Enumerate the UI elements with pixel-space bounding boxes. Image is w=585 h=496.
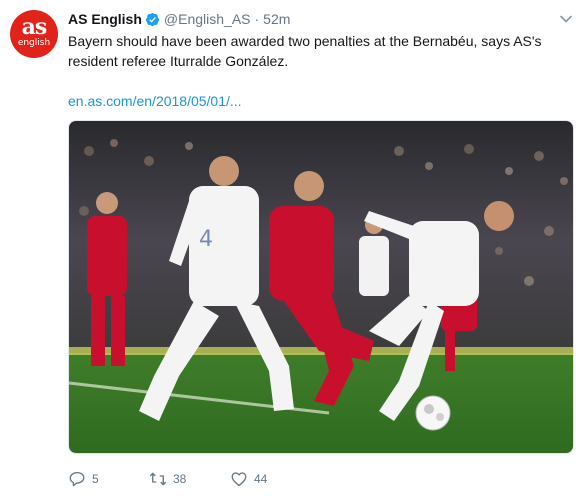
chevron-down-icon[interactable] — [559, 12, 573, 26]
reply-action[interactable]: 5 — [68, 470, 149, 488]
author-handle[interactable]: @English_AS — [164, 11, 251, 27]
retweet-action[interactable]: 38 — [149, 470, 230, 488]
photo-football-match: 4 — [69, 121, 573, 453]
tweet-timestamp[interactable]: 52m — [263, 11, 290, 27]
heart-icon — [231, 472, 247, 487]
header-separator: · — [254, 11, 260, 27]
tweet[interactable]: as english AS English @English_AS · 52m … — [0, 0, 585, 496]
tweet-actions: 5 38 44 — [68, 468, 311, 490]
avatar-logo-sub: english — [17, 38, 51, 48]
reply-count: 5 — [92, 472, 99, 486]
tweet-photo[interactable]: 4 — [68, 120, 574, 454]
like-count: 44 — [254, 472, 268, 486]
retweet-icon — [149, 472, 167, 486]
svg-text:4: 4 — [199, 227, 213, 252]
verified-badge-icon — [145, 12, 159, 26]
tweet-header: AS English @English_AS · 52m — [68, 9, 290, 29]
like-action[interactable]: 44 — [230, 470, 311, 488]
author-name[interactable]: AS English — [68, 11, 142, 27]
retweet-count: 38 — [173, 472, 187, 486]
avatar[interactable]: as english — [10, 10, 58, 58]
reply-icon — [69, 471, 85, 487]
avatar-logo-text: as — [21, 14, 48, 40]
tweet-text: Bayern should have been awarded two pena… — [68, 33, 542, 69]
tweet-link[interactable]: en.as.com/en/2018/05/01/... — [68, 91, 242, 111]
